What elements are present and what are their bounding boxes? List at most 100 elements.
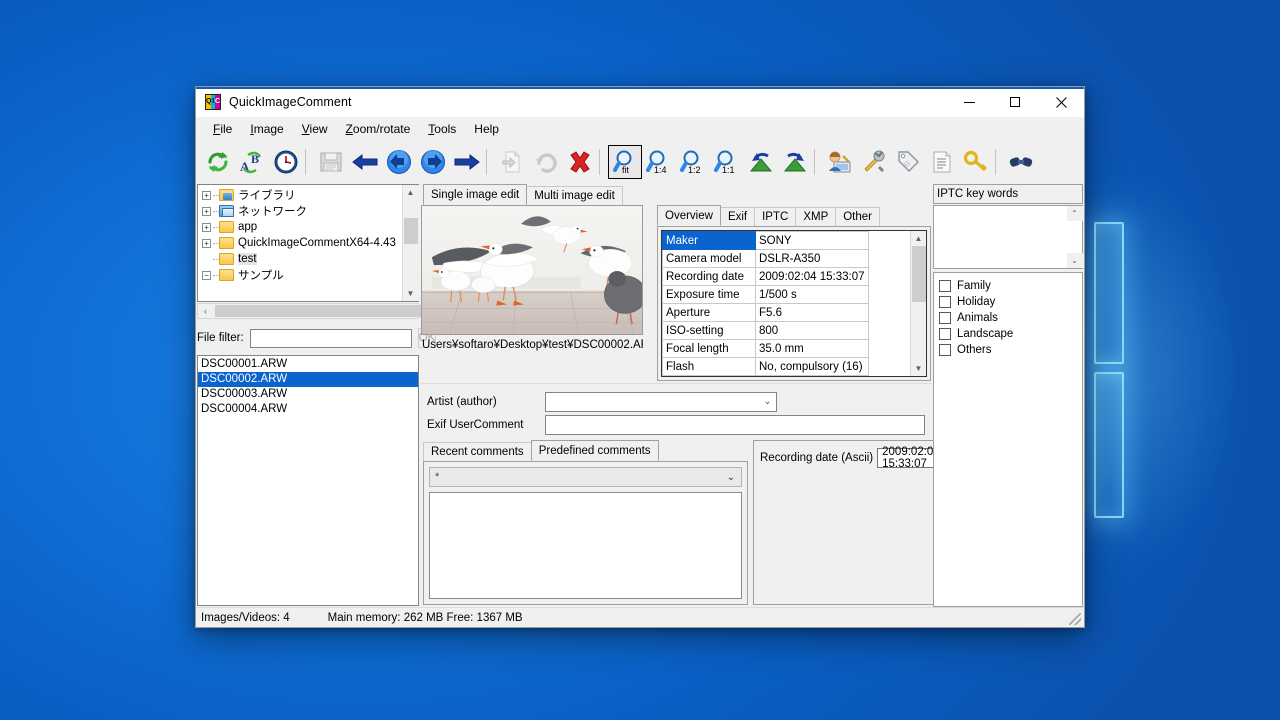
- scroll-track[interactable]: [402, 200, 419, 286]
- expand-toggle-icon[interactable]: +: [202, 190, 211, 200]
- scroll-down-icon[interactable]: ⌄: [1066, 253, 1083, 268]
- usercomment-input[interactable]: [545, 414, 925, 435]
- chevron-down-icon[interactable]: ⌄: [721, 472, 741, 483]
- file-list[interactable]: DSC00001.ARW DSC00002.ARW DSC00003.ARW D…: [197, 355, 419, 606]
- checkbox-icon[interactable]: [939, 344, 951, 356]
- minimize-button[interactable]: [946, 87, 992, 117]
- table-row[interactable]: Aperture F5.6: [662, 303, 910, 322]
- table-row[interactable]: Flash No, compulsory (16): [662, 357, 910, 376]
- refresh-icon[interactable]: [201, 145, 235, 179]
- next-image-icon[interactable]: [416, 145, 450, 179]
- menu-view[interactable]: View: [293, 119, 337, 139]
- zoom-full-icon[interactable]: 1:1: [710, 145, 744, 179]
- scroll-up-icon[interactable]: ▲: [402, 185, 419, 200]
- scroll-up-icon[interactable]: ▲: [910, 231, 926, 246]
- scroll-left-icon[interactable]: ‹: [198, 304, 213, 318]
- undo-icon[interactable]: [529, 145, 563, 179]
- previous-image-icon[interactable]: [382, 145, 416, 179]
- tree-item-quickimagecomment[interactable]: + QuickImageCommentX64-4.43: [198, 235, 402, 251]
- table-row[interactable]: Recording date 2009:02:04 15:33:07: [662, 267, 910, 286]
- folder-tree-vertical-scrollbar[interactable]: ▲ ▼: [402, 185, 419, 301]
- predefined-comment-dropdown[interactable]: * ⌄: [429, 467, 742, 487]
- checkbox-icon[interactable]: [939, 312, 951, 324]
- save-icon[interactable]: [314, 145, 348, 179]
- chevron-down-icon[interactable]: ⌄: [759, 393, 776, 411]
- tree-item-library[interactable]: + ライブラリ: [198, 187, 402, 203]
- paste-icon[interactable]: [495, 145, 529, 179]
- metadata-vertical-scrollbar[interactable]: ▲ ▼: [910, 231, 926, 376]
- table-row[interactable]: Focal length 35.0 mm: [662, 339, 910, 358]
- list-item[interactable]: DSC00004.ARW: [198, 402, 418, 417]
- tree-item-test[interactable]: test: [198, 251, 402, 267]
- tab-single-image-edit[interactable]: Single image edit: [423, 184, 528, 205]
- tab-other[interactable]: Other: [835, 207, 880, 226]
- menu-image[interactable]: Image: [241, 119, 292, 139]
- list-item[interactable]: DSC00003.ARW: [198, 387, 418, 402]
- checkbox-holiday[interactable]: Holiday: [939, 294, 1082, 310]
- tab-overview[interactable]: Overview: [657, 205, 721, 226]
- checkbox-family[interactable]: Family: [939, 278, 1082, 294]
- image-preview[interactable]: [421, 205, 643, 335]
- tab-xmp[interactable]: XMP: [795, 207, 837, 226]
- collapse-toggle-icon[interactable]: −: [202, 270, 211, 280]
- zoom-fit-icon[interactable]: fit: [608, 145, 642, 179]
- iptc-keywords-scrollbar[interactable]: ⌃ ⌄: [1066, 206, 1083, 268]
- tools-icon[interactable]: [857, 145, 891, 179]
- list-item[interactable]: DSC00002.ARW: [198, 372, 418, 387]
- menu-zoom-rotate[interactable]: Zoom/rotate: [337, 119, 420, 139]
- expand-toggle-icon[interactable]: +: [202, 238, 211, 248]
- tree-item-sample[interactable]: − サンプル: [198, 267, 402, 283]
- tab-predefined-comments[interactable]: Predefined comments: [530, 440, 659, 461]
- scroll-thumb-horizontal[interactable]: [215, 305, 430, 317]
- delete-icon[interactable]: [563, 145, 597, 179]
- close-button[interactable]: [1038, 87, 1084, 117]
- iptc-keywords-list[interactable]: ⌃ ⌄: [933, 205, 1083, 269]
- table-row[interactable]: Maker SONY: [662, 231, 910, 250]
- tab-multi-image-edit[interactable]: Multi image edit: [526, 186, 623, 205]
- table-row[interactable]: Exposure time 1/500 s: [662, 285, 910, 304]
- checkbox-animals[interactable]: Animals: [939, 310, 1082, 326]
- artist-combobox[interactable]: ⌄: [545, 391, 777, 412]
- folder-tree-horizontal-scrollbar[interactable]: ‹ ›: [197, 303, 430, 319]
- metadata-table-wrapper[interactable]: Maker SONY Camera model DSLR-A350 Record…: [661, 230, 927, 377]
- checkbox-icon[interactable]: [939, 328, 951, 340]
- resize-grip[interactable]: [1069, 613, 1081, 625]
- rotate-right-icon[interactable]: [778, 145, 812, 179]
- rotate-left-icon[interactable]: [744, 145, 778, 179]
- key-icon[interactable]: [959, 145, 993, 179]
- tab-exif[interactable]: Exif: [719, 207, 756, 226]
- menu-file[interactable]: FFileile: [204, 119, 241, 139]
- user-settings-icon[interactable]: [823, 145, 857, 179]
- scroll-track-horizontal[interactable]: [213, 304, 430, 318]
- rename-ab-icon[interactable]: A B: [235, 145, 269, 179]
- scroll-down-icon[interactable]: ▼: [402, 286, 419, 301]
- zoom-half-icon[interactable]: 1:2: [676, 145, 710, 179]
- tree-item-network[interactable]: + ネットワーク: [198, 203, 402, 219]
- menu-tools[interactable]: Tools: [419, 119, 465, 139]
- find-icon[interactable]: [1004, 145, 1038, 179]
- list-item[interactable]: DSC00001.ARW: [198, 357, 418, 372]
- scroll-track[interactable]: [910, 246, 926, 361]
- scroll-thumb[interactable]: [911, 246, 926, 302]
- file-filter-input[interactable]: [249, 328, 412, 348]
- last-image-icon[interactable]: [450, 145, 484, 179]
- menu-help[interactable]: Help: [465, 119, 508, 139]
- maximize-button[interactable]: [992, 87, 1038, 117]
- scroll-up-icon[interactable]: ⌃: [1066, 206, 1083, 221]
- clock-icon[interactable]: [269, 145, 303, 179]
- tab-iptc[interactable]: IPTC: [754, 207, 797, 226]
- tag-icon[interactable]: [891, 145, 925, 179]
- folder-tree[interactable]: + ライブラリ + ネットワーク + app + QuickImageComme…: [197, 184, 419, 302]
- scroll-thumb[interactable]: [403, 218, 418, 244]
- first-image-icon[interactable]: [348, 145, 382, 179]
- document-icon[interactable]: [925, 145, 959, 179]
- checkbox-others[interactable]: Others: [939, 342, 1082, 358]
- comment-textarea[interactable]: [429, 492, 742, 599]
- checkbox-icon[interactable]: [939, 296, 951, 308]
- expand-toggle-icon[interactable]: +: [202, 222, 211, 232]
- expand-toggle-icon[interactable]: +: [202, 206, 211, 216]
- table-row[interactable]: ISO-setting 800: [662, 321, 910, 340]
- tab-recent-comments[interactable]: Recent comments: [423, 442, 532, 461]
- zoom-quarter-icon[interactable]: 1:4: [642, 145, 676, 179]
- checkbox-icon[interactable]: [939, 280, 951, 292]
